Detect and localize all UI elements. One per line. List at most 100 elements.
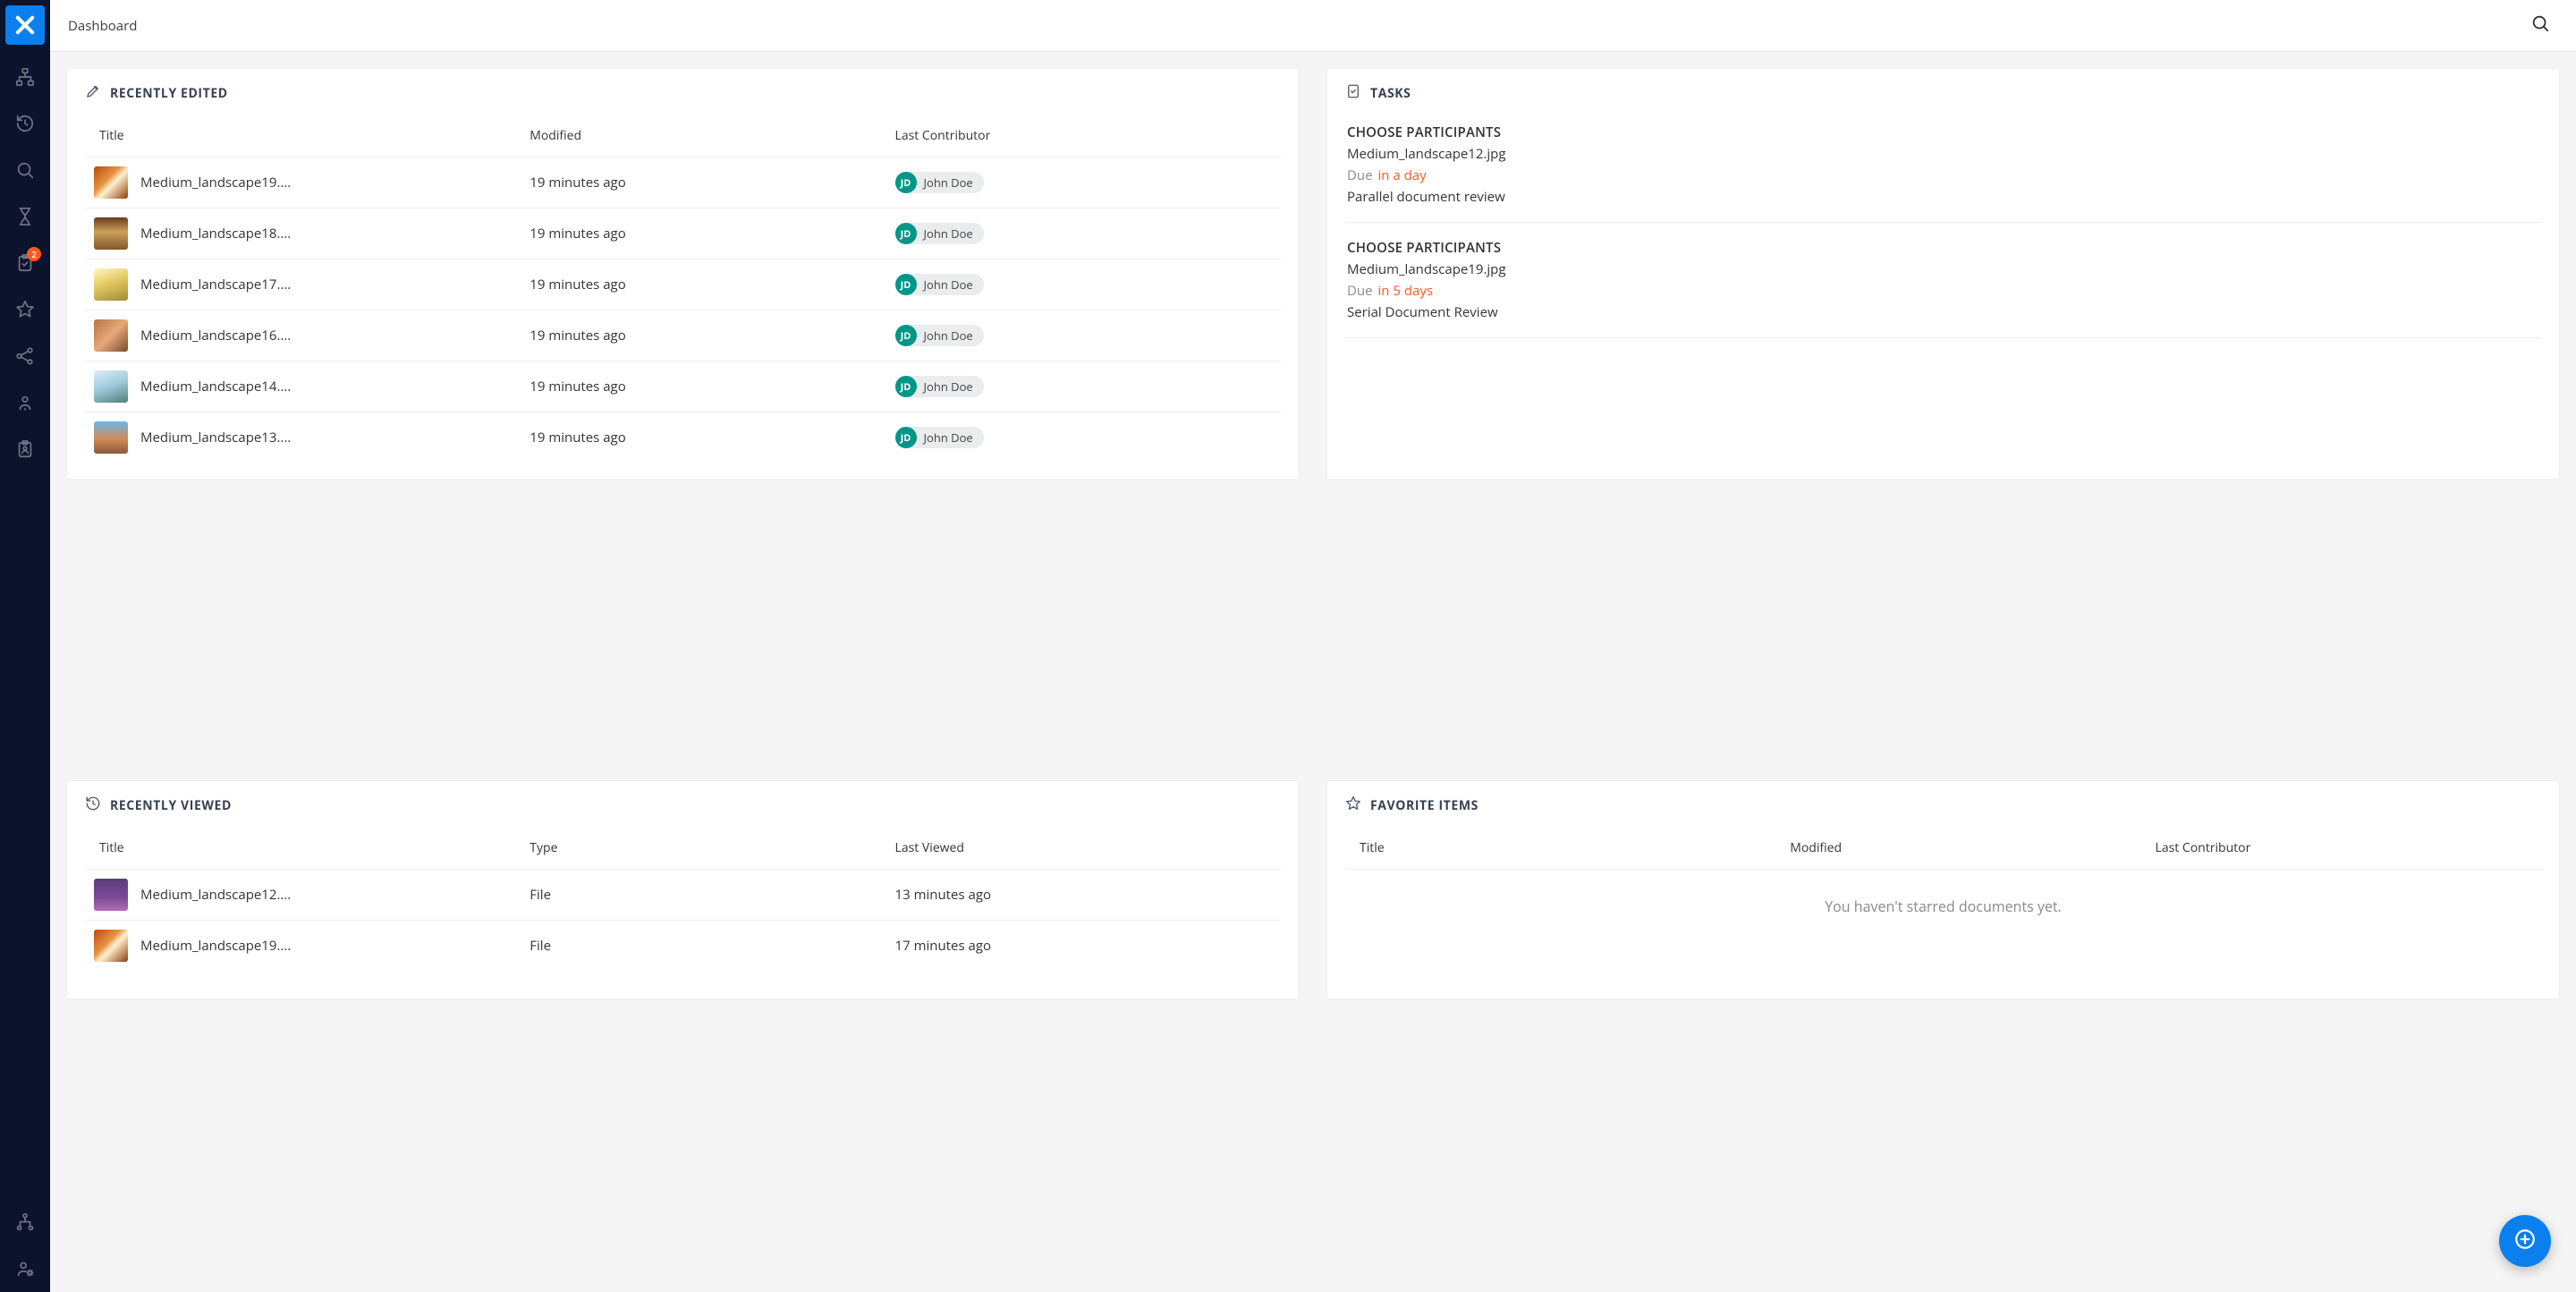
plus-circle-icon — [2513, 1228, 2537, 1255]
sidebar-item-tasks[interactable]: 2 — [0, 243, 50, 286]
admin-tree-icon — [15, 1212, 35, 1237]
task-due-label: Due — [1347, 166, 1373, 184]
contributor-name: John Doe — [924, 429, 973, 446]
card-favorites: FAVORITE ITEMS Title Modified Last Contr… — [1326, 780, 2560, 999]
sidebar-item-admin[interactable] — [0, 1203, 50, 1245]
table-body: Medium_landscape12....File13 minutes ago… — [85, 869, 1281, 981]
task-item[interactable]: CHOOSE PARTICIPANTSMedium_landscape19.jp… — [1345, 223, 2541, 338]
sidebar-item-user-settings[interactable] — [0, 1249, 50, 1292]
task-desc: Serial Document Review — [1347, 303, 2539, 321]
create-fab[interactable] — [2499, 1215, 2551, 1267]
contributor-chip[interactable]: JD John Doe — [895, 376, 984, 397]
thumbnail — [94, 930, 128, 962]
task-due-value: in 5 days — [1378, 282, 1434, 300]
history-icon — [15, 114, 35, 138]
thumbnail — [94, 217, 128, 250]
col-modified: Modified — [1790, 839, 1842, 856]
table-header: Title Type Last Viewed — [85, 829, 1281, 869]
contributor-chip[interactable]: JDJohn Doe — [895, 274, 984, 295]
contributor-chip[interactable]: JD John Doe — [895, 325, 984, 346]
table-row[interactable]: Medium_landscape14....19 minutes agoJDJo… — [85, 361, 1281, 412]
row-modified: 19 minutes ago — [530, 327, 625, 344]
thumbnail — [94, 268, 128, 301]
app-logo[interactable] — [5, 5, 45, 45]
page-title: Dashboard — [68, 17, 137, 35]
avatar: JD — [895, 223, 917, 244]
row-last-viewed: 13 minutes ago — [895, 886, 991, 904]
row-title: Medium_landscape13.... — [140, 429, 291, 446]
table-row[interactable]: Medium_landscape12....File13 minutes ago — [85, 869, 1281, 920]
row-type: File — [530, 937, 551, 955]
sidebar-items-top: 2 — [0, 57, 50, 472]
sidebar-item-expired[interactable] — [0, 197, 50, 240]
contributor-chip[interactable]: JD John Doe — [895, 223, 984, 244]
thumbnail — [94, 879, 128, 911]
table-row[interactable]: Medium_landscape13.... 19 minutes ago JDJo… — [85, 412, 1281, 461]
col-type: Type — [530, 839, 557, 856]
col-contributor: Last Contributor — [2156, 839, 2251, 856]
row-modified: 19 minutes ago — [530, 429, 625, 446]
task-desc: Parallel document review — [1347, 188, 2539, 206]
sidebar-item-share[interactable] — [0, 336, 50, 379]
checklist-icon — [1345, 83, 1361, 104]
sidebar-item-clipboard[interactable] — [0, 429, 50, 472]
contributor-name: John Doe — [924, 378, 973, 395]
avatar: JD — [895, 172, 917, 193]
card-header: RECENTLY VIEWED — [67, 781, 1299, 829]
contributor-name: John Doe — [924, 276, 973, 293]
user-pin-icon — [15, 393, 35, 417]
card-title: FAVORITE ITEMS — [1370, 797, 1479, 814]
header: Dashboard — [50, 0, 2576, 52]
contributor-chip[interactable]: JD John Doe — [895, 172, 984, 193]
card-tasks: TASKS CHOOSE PARTICIPANTSMedium_landscap… — [1326, 68, 2560, 480]
sidebar: 2 — [0, 0, 50, 1292]
avatar: JD — [895, 325, 917, 346]
share-nodes-icon — [15, 346, 35, 370]
sidebar-item-personal[interactable] — [0, 383, 50, 426]
search-icon — [2530, 13, 2550, 38]
contributor-name: John Doe — [924, 327, 973, 344]
task-item[interactable]: CHOOSE PARTICIPANTS Medium_landscape12.jp… — [1345, 116, 2541, 223]
header-search-button[interactable] — [2522, 8, 2558, 44]
row-title: Medium_landscape16.... — [140, 327, 291, 344]
pencil-icon — [85, 83, 101, 104]
contributor-name: John Doe — [924, 174, 973, 191]
card-header: TASKS — [1327, 69, 2559, 116]
card-recently-viewed: RECENTLY VIEWED Title Type Last Viewed M… — [66, 780, 1300, 999]
sidebar-item-sitemap[interactable] — [0, 57, 50, 100]
sitemap-icon — [15, 67, 35, 91]
clipboard-user-icon — [15, 439, 35, 463]
thumbnail — [94, 421, 128, 454]
col-title: Title — [99, 839, 124, 856]
contributor-chip[interactable]: JDJohn Doe — [895, 427, 984, 448]
sidebar-item-search[interactable] — [0, 150, 50, 193]
task-file: Medium_landscape12.jpg — [1347, 145, 2539, 163]
card-title: RECENTLY EDITED — [110, 85, 228, 102]
table-row[interactable]: Medium_landscape19....19 minutes agoJDJo… — [85, 157, 1281, 208]
contributor-name: John Doe — [924, 225, 973, 242]
table-row[interactable]: Medium_landscape19....File17 minutes ago — [85, 920, 1281, 971]
thumbnail — [94, 370, 128, 403]
table-body: Medium_landscape19.... 19 minutes ago JD Jo… — [85, 157, 1281, 461]
task-due-label: Due — [1347, 282, 1373, 300]
col-title: Title — [1360, 839, 1385, 856]
table-row[interactable]: Medium_landscape17....19 minutes agoJDJo… — [85, 259, 1281, 310]
avatar: JD — [895, 376, 917, 397]
task-heading: CHOOSE PARTICIPANTS — [1347, 123, 2539, 141]
col-contributor: Last Contributor — [895, 127, 991, 144]
star-icon — [1345, 795, 1361, 816]
table-row[interactable]: Medium_landscape18....19 minutes agoJDJo… — [85, 208, 1281, 259]
sidebar-item-favorites[interactable] — [0, 290, 50, 333]
sidebar-items-bottom — [0, 1203, 50, 1292]
thumbnail — [94, 319, 128, 352]
row-title: Medium_landscape17.... — [140, 276, 291, 293]
task-due-value: in a day — [1378, 166, 1427, 184]
row-last-viewed: 17 minutes ago — [895, 937, 991, 955]
search-icon — [15, 160, 35, 184]
card-recently-edited: RECENTLY EDITED Title Modified Last Cont… — [66, 68, 1300, 480]
row-title: Medium_landscape19.... — [140, 174, 291, 191]
col-modified: Modified — [530, 127, 581, 144]
table-row[interactable]: Medium_landscape16.... 19 minutes ago JD Jo… — [85, 310, 1281, 361]
task-due: Due in a day — [1347, 166, 2539, 184]
sidebar-item-history[interactable] — [0, 104, 50, 147]
